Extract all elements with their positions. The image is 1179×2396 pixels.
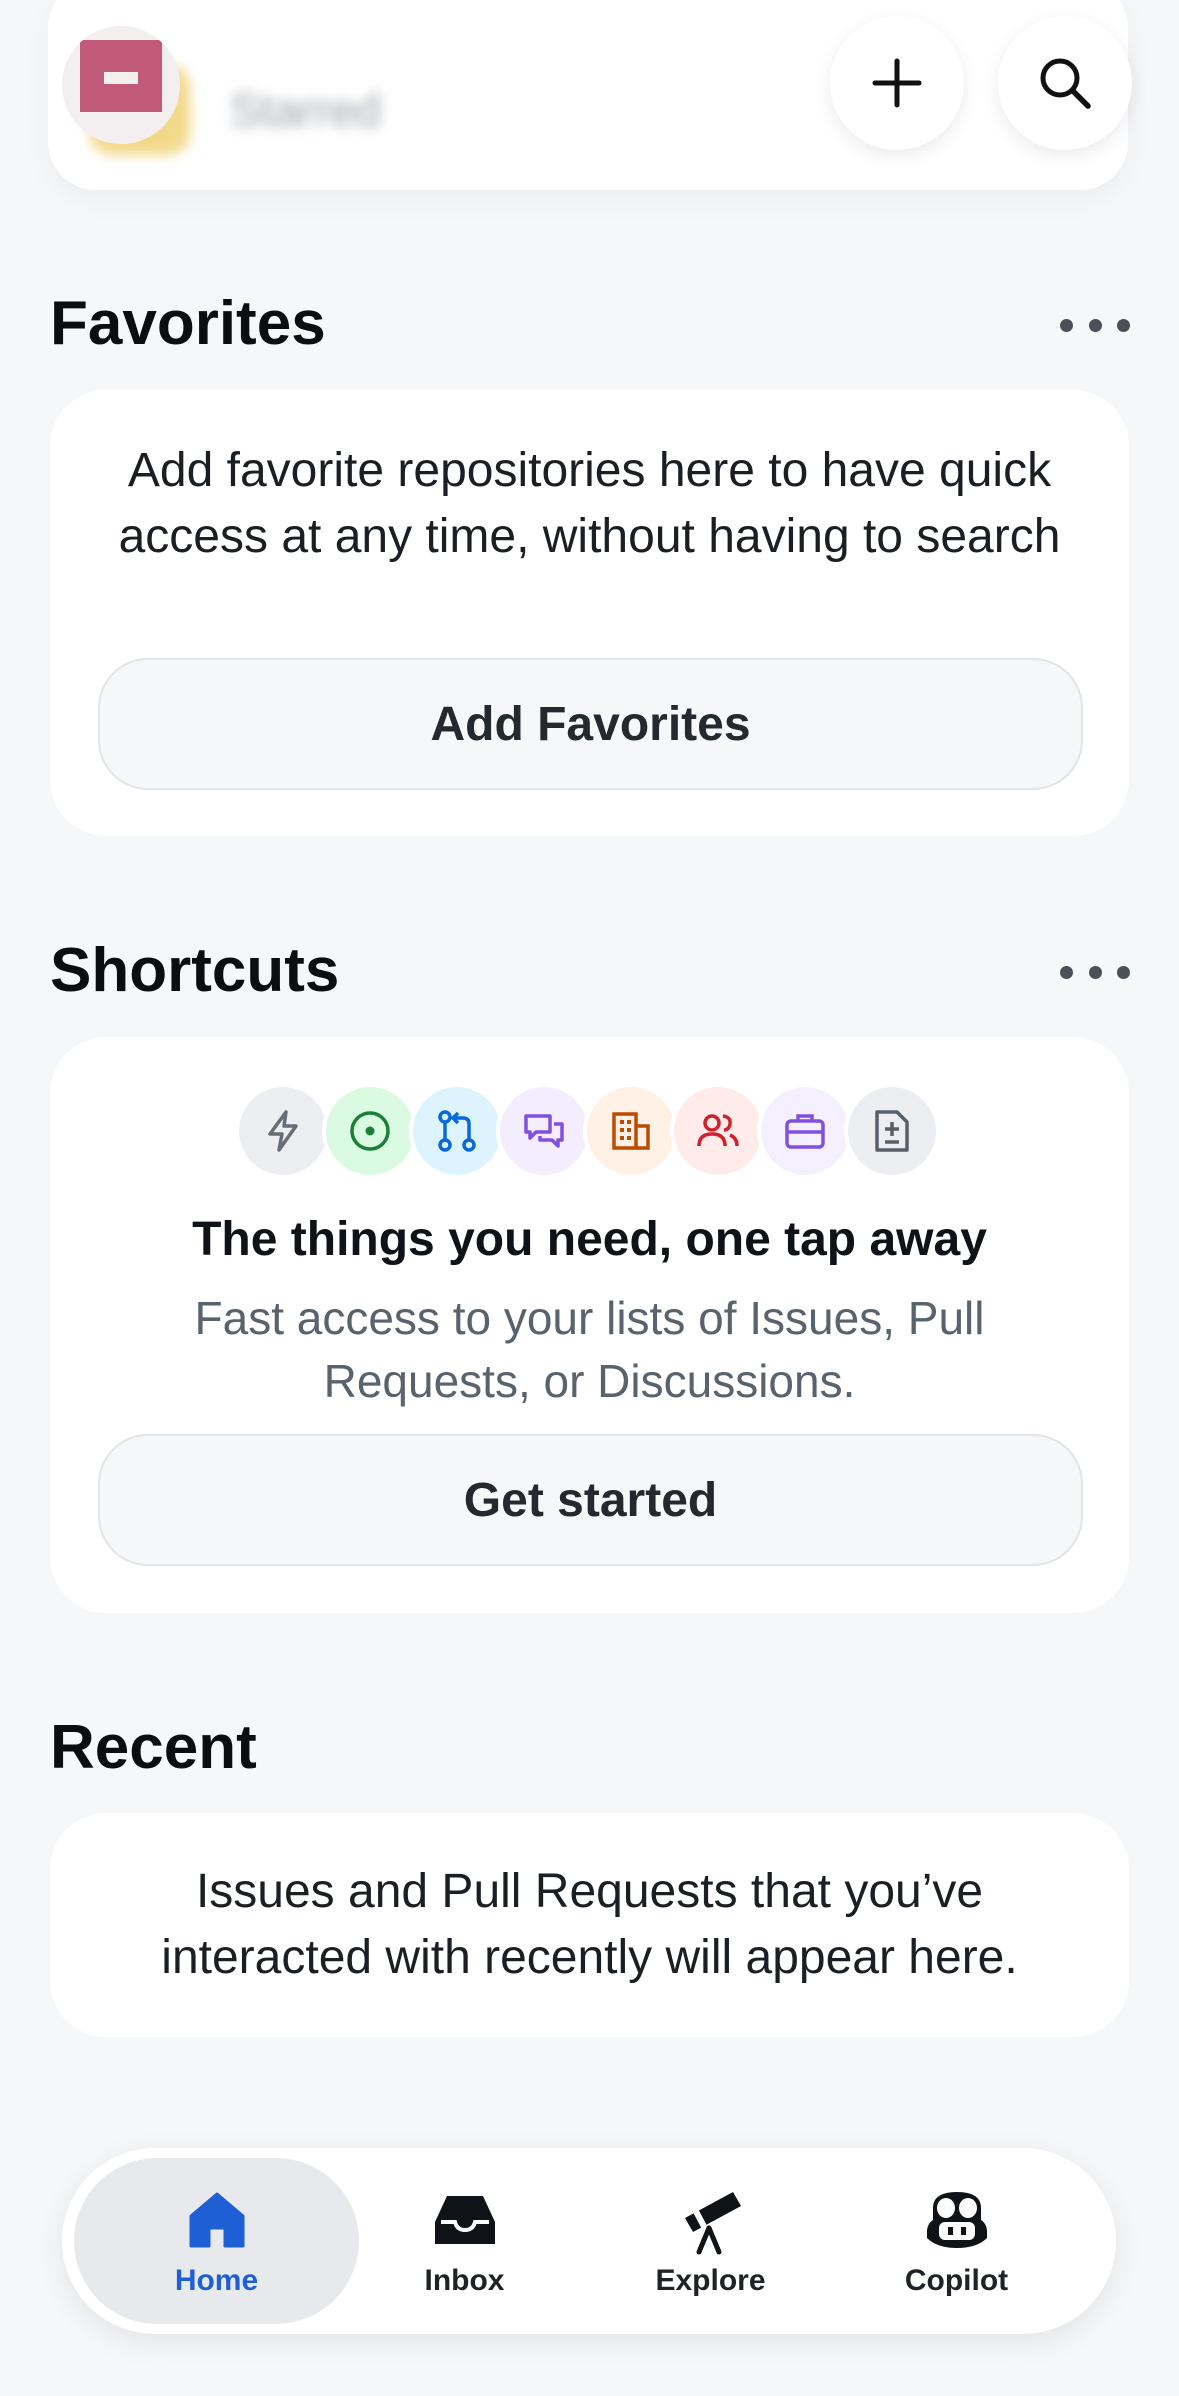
lightning-icon <box>235 1083 331 1179</box>
diff-icon <box>844 1083 940 1179</box>
starred-label: Starred <box>230 84 381 136</box>
dot <box>1060 318 1073 332</box>
tab-label: Explore <box>655 2264 766 2297</box>
shortcuts-more-button[interactable] <box>1060 957 1130 987</box>
tab-copilot[interactable]: Copilot <box>814 2158 1099 2324</box>
shortcuts-headline: The things you need, one tap away <box>192 1213 987 1266</box>
tab-label: Home <box>174 2264 259 2297</box>
dot <box>1088 318 1102 332</box>
get-started-button[interactable]: Get started <box>98 1434 1083 1566</box>
favorites-description: Add favorite repositories here to have q… <box>118 444 1061 563</box>
dot <box>1117 965 1130 979</box>
tab-label: Copilot <box>904 2264 1009 2297</box>
discussion-icon <box>496 1083 592 1179</box>
search-icon <box>1040 58 1091 109</box>
briefcase-icon <box>757 1083 853 1179</box>
dot <box>1088 965 1102 979</box>
pull-request-icon <box>409 1083 505 1179</box>
tab-home[interactable]: Home <box>74 2158 359 2324</box>
dot <box>1117 318 1130 332</box>
plus-icon <box>872 58 922 108</box>
recent-card: Issues and Pull Requests that you’ve int… <box>50 1813 1129 2037</box>
shortcuts-card: The things you need, one tap away Fast a… <box>50 1037 1129 1613</box>
recent-title: Recent <box>50 1713 257 1782</box>
new-button[interactable] <box>830 16 964 150</box>
favorites-card: Add favorite repositories here to have q… <box>50 390 1129 836</box>
avatar[interactable] <box>62 26 180 144</box>
add-favorites-button[interactable]: Add Favorites <box>98 658 1083 790</box>
tab-bar: Home Inbox Explore Copilot <box>62 2148 1116 2334</box>
search-button[interactable] <box>998 16 1132 150</box>
shortcuts-title: Shortcuts <box>50 936 340 1005</box>
home-icon <box>189 2192 244 2248</box>
shortcut-icons <box>235 1083 940 1179</box>
tab-label: Inbox <box>424 2264 505 2297</box>
copilot-icon <box>926 2192 987 2248</box>
inbox-icon <box>434 2196 495 2244</box>
recent-description: Issues and Pull Requests that you’ve int… <box>161 1865 1018 1984</box>
tab-explore[interactable]: Explore <box>568 2158 853 2324</box>
dot <box>1060 965 1073 979</box>
favorites-title: Favorites <box>50 289 326 358</box>
issue-icon <box>322 1083 418 1179</box>
tab-inbox[interactable]: Inbox <box>322 2158 607 2324</box>
shortcuts-description: Fast access to your lists of Issues, Pul… <box>194 1292 985 1407</box>
organization-icon <box>583 1083 679 1179</box>
favorites-more-button[interactable] <box>1060 310 1130 340</box>
people-icon <box>670 1083 766 1179</box>
home-screen: Starred Favorites Add favorite repositor… <box>0 0 1179 2396</box>
telescope-icon <box>684 2192 741 2255</box>
